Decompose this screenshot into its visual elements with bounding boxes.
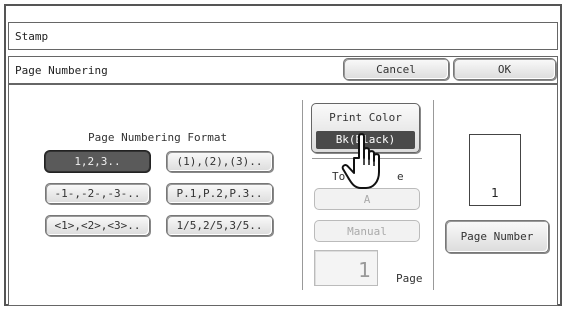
page-numbering-format-label: Page Numbering Format	[88, 131, 228, 144]
cancel-button[interactable]: Cancel	[343, 58, 449, 80]
format-option-2[interactable]: (1),(2),(3)..	[166, 151, 273, 172]
format-option-6[interactable]: 1/5,2/5,3/5..	[166, 215, 273, 236]
page-unit-label: Page	[396, 272, 423, 285]
format-option-3[interactable]: -1-,-2-,-3-..	[45, 183, 150, 204]
divider-left	[302, 100, 303, 290]
format-option-4[interactable]: P.1,P.2,P.3..	[166, 183, 273, 204]
page-numbering-title: Page Numbering	[15, 64, 108, 77]
dialog-title: Stamp	[15, 30, 49, 43]
format-option-1[interactable]: 1,2,3..	[45, 151, 150, 172]
hand-pointer-icon	[341, 133, 380, 189]
page-number-button[interactable]: Page Number	[445, 220, 549, 253]
print-color-label: Print Color	[329, 111, 402, 124]
total-page-value: 1	[358, 258, 371, 282]
page-preview: 1	[469, 134, 521, 206]
preview-page-number: 1	[491, 186, 499, 200]
header-bar: Stamp	[8, 22, 558, 50]
total-page-count-field[interactable]: 1	[314, 250, 378, 286]
format-option-5[interactable]: <1>,<2>,<3>..	[45, 215, 150, 236]
manual-button[interactable]: Manual	[314, 220, 420, 242]
divider-right	[433, 100, 434, 290]
ok-button[interactable]: OK	[453, 58, 556, 80]
